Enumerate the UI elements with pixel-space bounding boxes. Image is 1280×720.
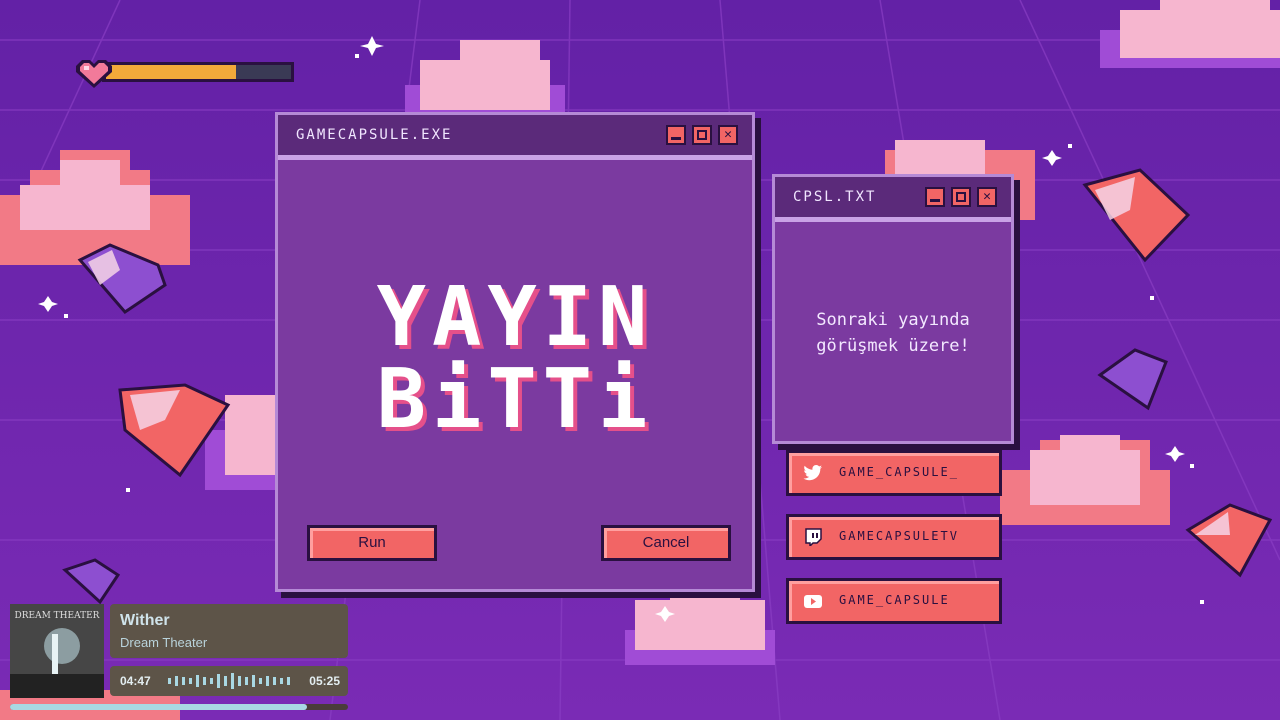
main-window-titlebar[interactable]: GAMECAPSULE.EXE ✕ (278, 115, 752, 160)
twitter-link[interactable]: GAME_CAPSULE_ (786, 450, 1002, 496)
album-cover-image: DREAM THEATER (10, 604, 104, 698)
minimize-button[interactable] (666, 125, 686, 145)
track-progress-bar[interactable] (10, 704, 348, 710)
run-button[interactable]: Run (307, 525, 437, 561)
now-playing-info: Wither Dream Theater (110, 604, 348, 658)
player-controls: 04:47 05:25 (110, 666, 348, 696)
maximize-button[interactable] (951, 187, 971, 207)
minimize-button[interactable] (925, 187, 945, 207)
waveform-icon (168, 673, 290, 689)
close-icon: ✕ (724, 127, 732, 142)
side-window: CPSL.TXT ✕ Sonraki yayında görüşmek üzer… (772, 174, 1014, 444)
elapsed-time: 04:47 (120, 674, 151, 688)
youtube-icon (804, 595, 822, 608)
album-art: DREAM THEATER (10, 604, 104, 702)
twitter-icon (803, 465, 822, 481)
heart-icon (76, 60, 294, 88)
twitch-link[interactable]: GAMECAPSULETV (786, 514, 1002, 560)
twitch-icon (805, 528, 822, 546)
social-label: GAME_CAPSULE_ (839, 465, 959, 479)
close-button[interactable]: ✕ (977, 187, 997, 207)
window-title: CPSL.TXT (793, 189, 877, 205)
close-button[interactable]: ✕ (718, 125, 738, 145)
duration-time: 05:25 (309, 674, 340, 688)
health-bar (74, 56, 296, 94)
minimize-icon (930, 199, 940, 202)
cancel-button[interactable]: Cancel (601, 525, 731, 561)
headline-line1: YAYIN (376, 270, 654, 365)
side-window-titlebar[interactable]: CPSL.TXT ✕ (775, 177, 1011, 222)
window-title: GAMECAPSULE.EXE (296, 127, 453, 143)
social-label: GAMECAPSULETV (839, 529, 959, 543)
track-title: Wither (120, 612, 170, 629)
minimize-icon (671, 137, 681, 140)
maximize-icon (697, 130, 707, 140)
track-artist: Dream Theater (120, 635, 208, 650)
social-label: GAME_CAPSULE (839, 593, 950, 607)
close-icon: ✕ (983, 189, 991, 204)
message-line1: Sonraki yayında (816, 310, 970, 330)
maximize-icon (956, 192, 966, 202)
maximize-button[interactable] (692, 125, 712, 145)
track-progress-fill (10, 704, 308, 710)
main-window: GAMECAPSULE.EXE ✕ YAYIN BiTTi Run Cancel (275, 112, 755, 592)
message-line2: görüşmek üzere! (816, 336, 970, 356)
album-art-text: DREAM THEATER (15, 611, 100, 621)
youtube-link[interactable]: GAME_CAPSULE (786, 578, 1002, 624)
headline-line2: BiTTi (376, 352, 654, 447)
